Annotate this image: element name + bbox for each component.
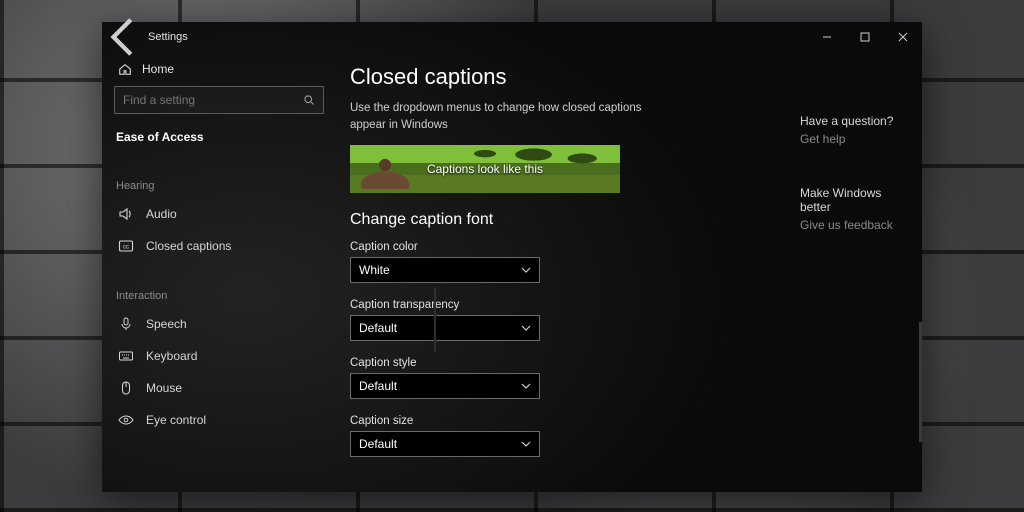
sidebar-item-label: Eye control — [146, 413, 206, 427]
caption-transparency-select[interactable]: Default — [350, 315, 540, 341]
select-value: Default — [359, 379, 397, 393]
sidebar-item-label: Speech — [146, 317, 187, 331]
close-icon — [898, 32, 908, 42]
scrollbar-thumb[interactable] — [919, 322, 922, 442]
sidebar-item-label: Closed captions — [146, 239, 231, 253]
audio-icon — [118, 206, 134, 222]
minimize-button[interactable] — [808, 22, 846, 52]
caption-style-select[interactable]: Default — [350, 373, 540, 399]
caption-preview-text: Captions look like this — [427, 162, 543, 176]
titlebar: Settings — [102, 22, 922, 52]
microphone-icon — [118, 316, 134, 332]
make-better-heading: Make Windows better — [800, 186, 902, 214]
chevron-down-icon — [521, 381, 531, 391]
select-value: Default — [359, 321, 397, 335]
main: Closed captions Use the dropdown menus t… — [336, 52, 922, 492]
sidebar-item-label: Mouse — [146, 381, 182, 395]
sidebar-item-label: Audio — [146, 207, 177, 221]
window-controls — [808, 22, 922, 52]
sidebar-item-audio[interactable]: Audio — [114, 198, 324, 230]
select-value: White — [359, 263, 390, 277]
caption-size-select[interactable]: Default — [350, 431, 540, 457]
sidebar-item-eye-control[interactable]: Eye control — [114, 404, 324, 436]
main-column: Closed captions Use the dropdown menus t… — [350, 58, 770, 492]
content: Home Ease of Access Hearing Audio cc Clo… — [102, 52, 922, 492]
svg-text:cc: cc — [123, 245, 129, 251]
select-value: Default — [359, 437, 397, 451]
keyboard-icon — [118, 348, 134, 364]
search-input[interactable] — [114, 86, 324, 114]
get-help-link[interactable]: Get help — [800, 132, 902, 146]
sidebar-home[interactable]: Home — [114, 56, 324, 86]
search-icon — [303, 94, 315, 106]
sidebar: Home Ease of Access Hearing Audio cc Clo… — [102, 52, 336, 492]
settings-window: Settings Home Ease of Access Hearing — [102, 22, 922, 492]
sidebar-item-speech[interactable]: Speech — [114, 308, 324, 340]
field-label-style: Caption style — [350, 357, 770, 369]
content-scroll-indicator — [434, 288, 436, 352]
closed-captions-icon: cc — [118, 238, 134, 254]
chevron-down-icon — [521, 323, 531, 333]
sidebar-home-label: Home — [142, 62, 174, 76]
sidebar-item-mouse[interactable]: Mouse — [114, 372, 324, 404]
field-label-color: Caption color — [350, 241, 770, 253]
window-title: Settings — [148, 31, 188, 43]
sidebar-group-interaction: Interaction — [116, 290, 324, 302]
maximize-icon — [860, 32, 870, 42]
search-field[interactable] — [123, 93, 293, 107]
chevron-down-icon — [521, 265, 531, 275]
sidebar-item-closed-captions[interactable]: cc Closed captions — [114, 230, 324, 262]
sidebar-item-keyboard[interactable]: Keyboard — [114, 340, 324, 372]
right-column: Have a question? Get help Make Windows b… — [800, 58, 902, 492]
sidebar-item-label: Keyboard — [146, 349, 197, 363]
section-heading: Change caption font — [350, 211, 770, 229]
eye-icon — [118, 412, 134, 428]
sidebar-category: Ease of Access — [114, 126, 324, 152]
field-label-transparency: Caption transparency — [350, 299, 770, 311]
sidebar-group-hearing: Hearing — [116, 180, 324, 192]
page-title: Closed captions — [350, 64, 770, 90]
caption-color-select[interactable]: White — [350, 257, 540, 283]
maximize-button[interactable] — [846, 22, 884, 52]
caption-preview: Captions look like this — [350, 145, 620, 193]
have-question-heading: Have a question? — [800, 114, 902, 128]
close-button[interactable] — [884, 22, 922, 52]
mouse-icon — [118, 380, 134, 396]
feedback-link[interactable]: Give us feedback — [800, 218, 902, 232]
minimize-icon — [822, 32, 832, 42]
home-icon — [118, 62, 132, 76]
back-button[interactable] — [102, 22, 148, 52]
field-label-size: Caption size — [350, 415, 770, 427]
chevron-down-icon — [521, 439, 531, 449]
page-description: Use the dropdown menus to change how clo… — [350, 100, 660, 133]
